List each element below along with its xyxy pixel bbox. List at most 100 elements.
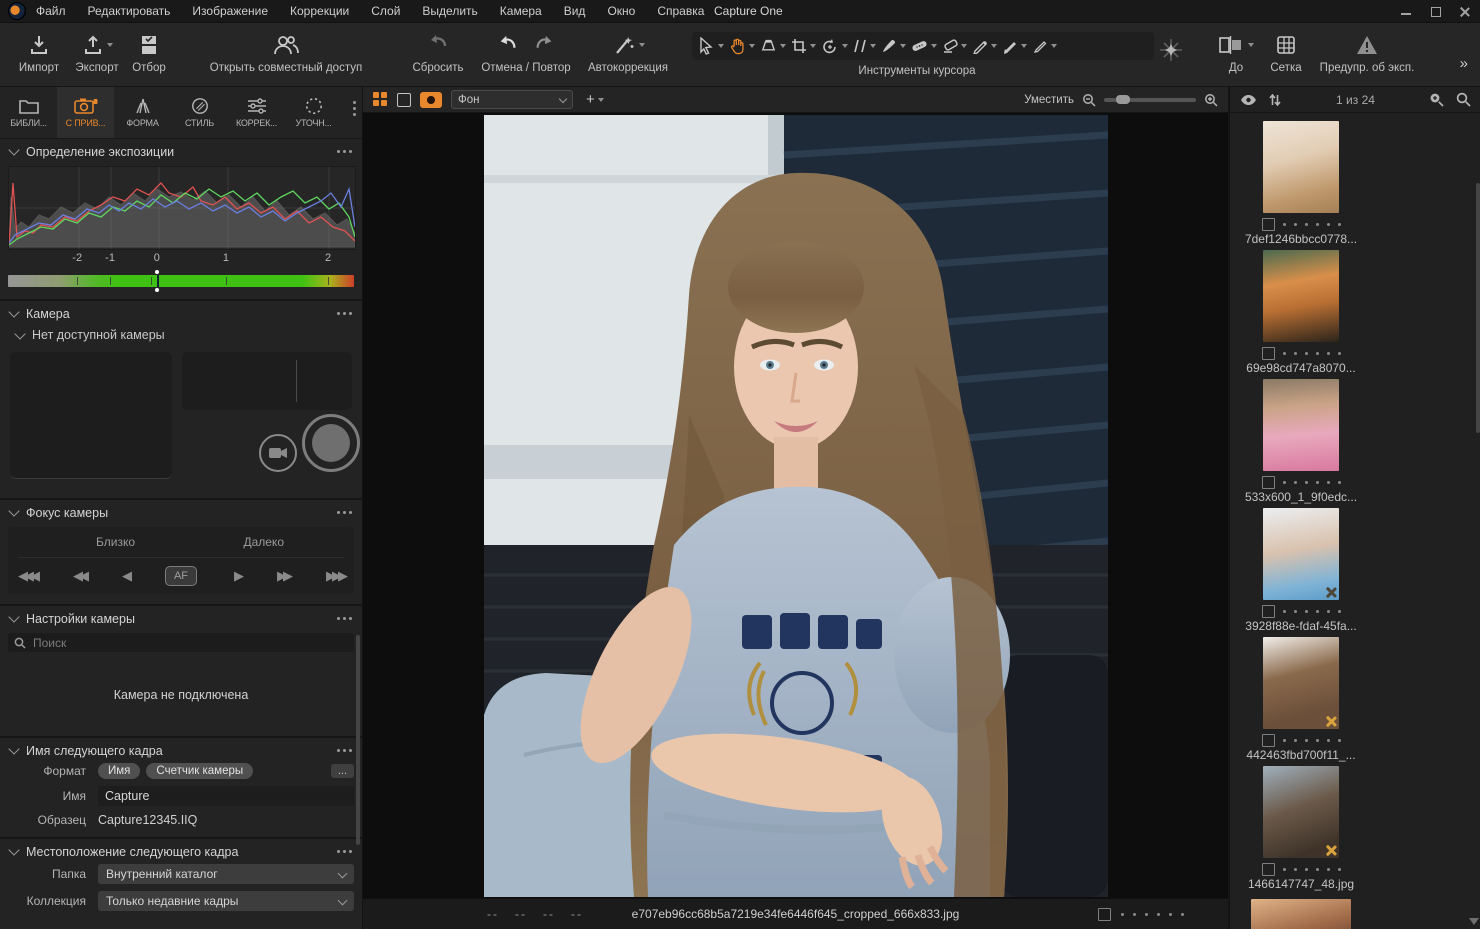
panel-header[interactable]: Камера (0, 301, 362, 326)
fill-mask-tool[interactable] (1002, 38, 1027, 54)
exposure-meter[interactable] (8, 275, 354, 289)
spot-brush-tool[interactable] (881, 38, 906, 54)
token-camera-counter[interactable]: Счетчик камеры (146, 763, 253, 779)
thumb-checkbox[interactable] (1262, 734, 1275, 747)
menu-edit[interactable]: Редактировать (88, 4, 171, 18)
maximize-icon[interactable] (1430, 6, 1441, 17)
zoom-slider-knob[interactable] (1116, 95, 1130, 104)
tab-style[interactable]: СТИЛЬ (171, 87, 228, 138)
panel-menu-icon[interactable] (337, 749, 352, 752)
capture-name-input[interactable] (98, 786, 354, 806)
rating-dots[interactable] (1283, 352, 1341, 355)
menu-view[interactable]: Вид (564, 4, 586, 18)
zoom-slider[interactable] (1104, 98, 1196, 102)
focus-far-small-button[interactable]: ▶ (234, 568, 240, 584)
export-button[interactable]: Экспорт (68, 30, 126, 74)
zoom-in-icon[interactable] (1204, 93, 1218, 107)
panel-header[interactable]: Фокус камеры (0, 500, 362, 525)
thumbnail-cell[interactable]: 533x600_1_9f0edc... (1242, 377, 1360, 505)
left-panel-scrollbar[interactable] (356, 635, 360, 845)
meter-cursor[interactable] (157, 275, 159, 287)
pen-tool[interactable] (1032, 38, 1057, 54)
share-button[interactable]: Открыть совместный доступ (200, 30, 372, 74)
live-view-icon[interactable] (420, 92, 442, 108)
thumbnail-cell[interactable]: 1561109415_1.jpg (1242, 893, 1360, 929)
format-more-button[interactable]: ... (331, 764, 354, 778)
sort-icon[interactable] (1269, 93, 1281, 107)
shutter-button[interactable] (302, 414, 360, 472)
menu-file[interactable]: Файл (36, 4, 66, 18)
panel-menu-icon[interactable] (337, 617, 352, 620)
tab-shape[interactable]: ФОРМА (114, 87, 171, 138)
folder-select[interactable]: Внутренний каталог (98, 864, 354, 884)
crop-tool[interactable] (791, 38, 816, 54)
before-after-button[interactable]: До (1208, 30, 1264, 74)
background-select[interactable]: Фон (451, 90, 573, 109)
close-icon[interactable] (1459, 6, 1470, 17)
import-button[interactable]: Импорт (12, 30, 66, 74)
rating-dots[interactable] (1283, 610, 1341, 613)
menu-help[interactable]: Справка (657, 4, 704, 18)
main-photo[interactable] (484, 115, 1108, 897)
tab-library[interactable]: БИБЛИ... (0, 87, 57, 138)
single-view-icon[interactable] (397, 93, 411, 107)
cull-button[interactable]: Отбор (126, 30, 172, 74)
undo-icon[interactable] (497, 34, 519, 56)
select-cursor-tool[interactable] (698, 37, 724, 55)
menu-layer[interactable]: Слой (371, 4, 400, 18)
select-checkbox[interactable] (1098, 908, 1111, 921)
undo-redo-button[interactable]: Отмена / Повтор (476, 30, 576, 74)
camera-status-row[interactable]: Нет доступной камеры (0, 326, 362, 348)
thumbnail-image[interactable] (1263, 508, 1339, 600)
collection-select[interactable]: Только недавние кадры (98, 891, 354, 911)
thumb-checkbox[interactable] (1262, 347, 1275, 360)
rotate-tool[interactable] (821, 38, 848, 55)
rating-dots[interactable] (1121, 913, 1184, 916)
thumbnail-image[interactable] (1263, 637, 1339, 729)
focus-far-large-button[interactable]: ▶▶▶ (326, 568, 344, 584)
focus-near-medium-button[interactable]: ◀◀ (73, 568, 85, 584)
rating-dots[interactable] (1283, 223, 1341, 226)
focus-near-large-button[interactable]: ◀◀◀ (18, 568, 36, 584)
panel-menu-icon[interactable] (337, 150, 352, 153)
thumbnail-image[interactable] (1263, 121, 1339, 213)
menu-image[interactable]: Изображение (192, 4, 268, 18)
multi-view-icon[interactable] (373, 92, 388, 107)
search-input[interactable] (31, 635, 325, 651)
redo-icon[interactable] (533, 34, 555, 56)
settings-search-field[interactable] (8, 633, 354, 652)
panel-header[interactable]: Имя следующего кадра (0, 738, 362, 763)
thumbnail-image[interactable] (1263, 379, 1339, 471)
panel-menu-icon[interactable] (337, 850, 352, 853)
erase-tool[interactable] (942, 38, 967, 54)
eye-filter-icon[interactable] (1240, 94, 1257, 106)
browser-search-icon[interactable] (1456, 92, 1471, 107)
autocorrect-button[interactable]: Автокоррекция (578, 30, 678, 74)
menu-adjustments[interactable]: Коррекции (290, 4, 349, 18)
focus-near-small-button[interactable]: ◀ (122, 568, 128, 584)
rating-dots[interactable] (1283, 481, 1341, 484)
thumbnail-image[interactable] (1263, 766, 1339, 858)
panel-menu-icon[interactable] (337, 312, 352, 315)
thumbnail-image[interactable] (1263, 250, 1339, 342)
tab-refine[interactable]: УТОЧН... (285, 87, 342, 138)
loupe-tool[interactable] (760, 38, 786, 54)
zoom-out-icon[interactable] (1082, 93, 1096, 107)
thumbnail-cell[interactable]: 1466147747_48.jpg (1242, 764, 1360, 892)
thumbnail-cell[interactable]: 69e98cd747a8070... (1242, 248, 1360, 376)
straighten-tool[interactable] (853, 38, 876, 54)
thumb-size-icon[interactable] (1429, 92, 1444, 107)
panel-header[interactable]: Настройки камеры (0, 606, 362, 631)
focus-far-medium-button[interactable]: ▶▶ (277, 568, 289, 584)
thumbnail-cell[interactable]: 7def1246bbcc0778... (1242, 119, 1360, 247)
menu-window[interactable]: Окно (607, 4, 635, 18)
panel-header[interactable]: Местоположение следующего кадра (0, 839, 362, 864)
thumbnail-cell[interactable]: 442463fbd700f11_... (1242, 635, 1360, 763)
add-viewer-button[interactable]: + (586, 91, 604, 108)
tab-overflow-icon[interactable] (353, 101, 356, 116)
menu-select[interactable]: Выделить (422, 4, 477, 18)
heal-bandage-tool[interactable] (911, 38, 937, 54)
pan-hand-tool[interactable] (729, 37, 755, 55)
thumb-checkbox[interactable] (1262, 605, 1275, 618)
video-capture-button[interactable] (259, 434, 297, 472)
